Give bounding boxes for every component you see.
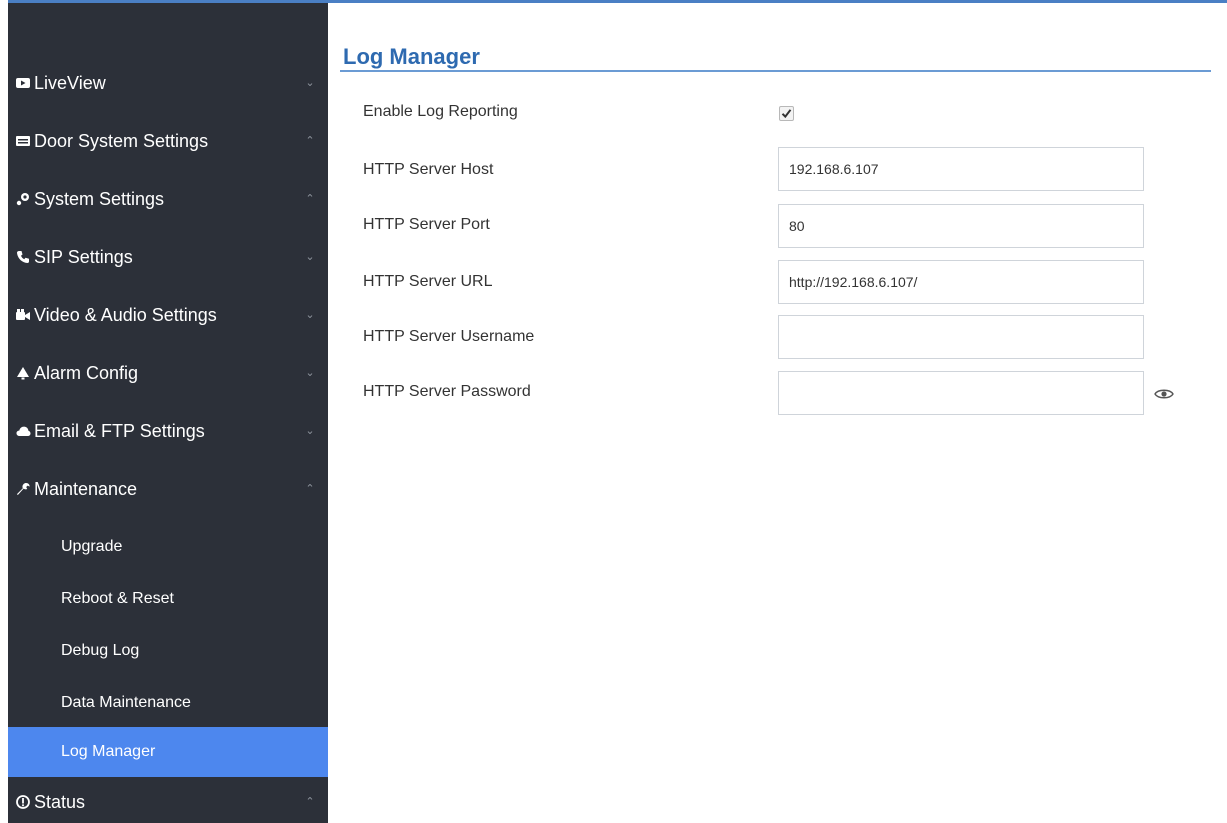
sidebar-item-label: Video & Audio Settings xyxy=(34,305,217,325)
info-circle-icon xyxy=(14,793,32,811)
http-server-username-label: HTTP Server Username xyxy=(363,328,535,345)
sidebar-item-video-audio-settings[interactable]: Video & Audio Settings ⌄ xyxy=(8,293,328,337)
eye-icon[interactable] xyxy=(1154,387,1174,401)
sidebar-subitem-reboot-reset[interactable]: Reboot & Reset xyxy=(8,574,328,624)
sidebar-item-label: System Settings xyxy=(34,189,165,209)
sidebar-item-liveview[interactable]: LiveView ⌄ xyxy=(8,61,328,105)
chevron-up-icon: ⌃ xyxy=(305,135,315,147)
http-server-url-label: HTTP Server URL xyxy=(363,273,493,290)
chevron-down-icon: ⌄ xyxy=(305,77,315,89)
http-server-port-label: HTTP Server Port xyxy=(363,216,490,233)
chevron-up-icon: ⌃ xyxy=(305,483,315,495)
wrench-icon xyxy=(14,480,32,498)
chevron-down-icon: ⌄ xyxy=(305,309,315,321)
http-server-password-input[interactable] xyxy=(778,371,1144,415)
title-divider xyxy=(340,70,1211,72)
sidebar-subitem-data-maintenance[interactable]: Data Maintenance xyxy=(8,678,328,728)
liveview-icon xyxy=(14,74,32,92)
sidebar-item-status[interactable]: Status ⌃ xyxy=(8,780,328,823)
sidebar-item-label: LiveView xyxy=(34,73,106,93)
sidebar: LiveView ⌄ Door System Settings ⌃ System… xyxy=(8,3,328,823)
chevron-up-icon: ⌃ xyxy=(305,193,315,205)
sidebar-item-label: Maintenance xyxy=(34,479,138,499)
sidebar-subitem-label: Reboot & Reset xyxy=(61,590,174,607)
sidebar-item-label: Email & FTP Settings xyxy=(34,421,205,441)
sidebar-item-maintenance[interactable]: Maintenance ⌃ xyxy=(8,467,328,511)
http-server-username-input[interactable] xyxy=(778,315,1144,359)
chevron-down-icon: ⌄ xyxy=(305,367,315,379)
sidebar-item-label: Alarm Config xyxy=(34,363,139,383)
sidebar-subitem-label: Data Maintenance xyxy=(61,694,191,711)
sidebar-item-sip-settings[interactable]: SIP Settings ⌄ xyxy=(8,235,328,279)
sidebar-item-alarm-config[interactable]: Alarm Config ⌄ xyxy=(8,351,328,395)
sidebar-item-label: SIP Settings xyxy=(34,247,133,267)
sidebar-subitem-label: Log Manager xyxy=(61,743,156,760)
enable-log-reporting-checkbox[interactable] xyxy=(779,106,794,121)
page-title: Log Manager xyxy=(343,44,480,69)
http-server-url-input[interactable] xyxy=(778,260,1144,304)
cloud-icon xyxy=(14,422,32,440)
chevron-down-icon: ⌄ xyxy=(305,251,315,263)
system-settings-icon xyxy=(14,190,32,208)
phone-icon xyxy=(14,248,32,266)
sidebar-item-email-ftp-settings[interactable]: Email & FTP Settings ⌄ xyxy=(8,409,328,453)
chevron-down-icon: ⌄ xyxy=(305,425,315,437)
sidebar-subitem-label: Debug Log xyxy=(61,642,140,659)
video-audio-icon xyxy=(14,306,32,324)
sidebar-subitem-label: Upgrade xyxy=(61,538,123,555)
http-server-port-input[interactable] xyxy=(778,204,1144,248)
enable-log-reporting-label: Enable Log Reporting xyxy=(363,103,518,120)
http-server-host-input[interactable] xyxy=(778,147,1144,191)
sidebar-subitem-log-manager[interactable]: Log Manager xyxy=(8,727,328,777)
checkmark-icon xyxy=(781,109,792,119)
bell-icon xyxy=(14,364,32,382)
sidebar-subitem-debug-log[interactable]: Debug Log xyxy=(8,626,328,676)
sidebar-item-system-settings[interactable]: System Settings ⌃ xyxy=(8,177,328,221)
sidebar-subitem-upgrade[interactable]: Upgrade xyxy=(8,522,328,572)
sidebar-item-door-system-settings[interactable]: Door System Settings ⌃ xyxy=(8,119,328,163)
http-server-password-label: HTTP Server Password xyxy=(363,383,531,400)
left-border xyxy=(0,0,8,823)
http-server-host-label: HTTP Server Host xyxy=(363,161,494,178)
chevron-up-icon: ⌃ xyxy=(305,796,315,808)
sidebar-item-label: Status xyxy=(34,792,86,812)
sidebar-item-label: Door System Settings xyxy=(34,131,209,151)
door-system-icon xyxy=(14,132,32,150)
